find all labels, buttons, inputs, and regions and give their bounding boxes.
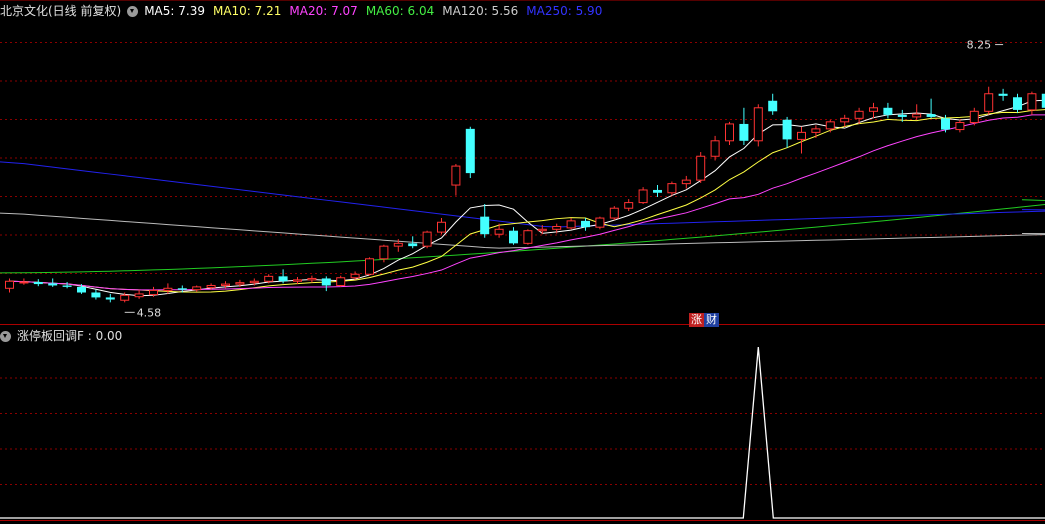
ma20-line — [9, 114, 1045, 291]
candle-up — [293, 279, 302, 282]
candle-up — [811, 128, 821, 133]
candle-down — [480, 216, 490, 235]
candle-up — [120, 294, 130, 301]
ma10-line — [9, 109, 1045, 293]
ma120-line — [0, 212, 1045, 249]
candle-up — [955, 122, 965, 131]
candle-up — [984, 93, 994, 112]
candle-down — [883, 107, 893, 115]
chart-title: 北京文化(日线 前复权) — [0, 4, 122, 18]
main-chart-header: 北京文化(日线 前复权) MA5: 7.39 MA10: 7.21 MA20: … — [0, 2, 610, 20]
indicator-title: 涨停板回调F : 0.00 — [17, 329, 123, 343]
candle-up — [840, 117, 850, 123]
ma120-label: MA120: 5.56 — [442, 4, 519, 18]
candle-up — [379, 245, 389, 260]
limit-up-badge[interactable]: 涨 — [689, 313, 704, 327]
candle-up — [494, 228, 504, 235]
indicator-header: 涨停板回调F : 0.00 — [0, 327, 130, 345]
candle-up — [969, 110, 979, 124]
candle-up — [437, 221, 446, 233]
event-badges: 涨 财 — [689, 313, 719, 327]
candle-up — [537, 228, 547, 232]
ma5-label: MA5: 7.39 — [144, 4, 205, 18]
candle-up — [19, 281, 29, 284]
ma250-label: MA250: 5.90 — [526, 4, 603, 18]
candle-up — [912, 113, 922, 118]
ma60-line — [0, 199, 1045, 274]
candle-up — [1027, 93, 1037, 111]
candle-up — [638, 189, 648, 204]
candle-up — [725, 123, 734, 142]
candle-up — [451, 165, 461, 186]
candle-up — [422, 231, 432, 247]
min-price-label: 4.58 — [137, 306, 162, 319]
candle-up — [523, 230, 533, 244]
candle-down — [321, 278, 331, 286]
stock-chart: 8.25 4.58 — [0, 0, 1045, 521]
candle-down — [177, 288, 187, 290]
candle-up — [595, 217, 605, 228]
candle-down — [278, 276, 288, 282]
ma10-label: MA10: 7.21 — [212, 4, 282, 18]
candle-up — [667, 183, 677, 194]
candle-down — [926, 114, 936, 117]
candle-down — [91, 292, 101, 298]
candle-down — [408, 243, 418, 247]
candle-up — [393, 242, 403, 247]
candle-down — [1013, 97, 1022, 110]
candle-up — [825, 121, 835, 130]
candle-down — [739, 123, 749, 141]
candle-up — [696, 155, 706, 181]
candle-up — [753, 107, 763, 142]
candle-up — [566, 220, 576, 229]
candle-up — [134, 293, 144, 298]
candle-up — [609, 207, 619, 219]
candle-up — [681, 179, 691, 185]
candle-up — [264, 275, 274, 282]
candle-up — [5, 280, 14, 289]
candle-up — [350, 273, 360, 279]
candle-up — [797, 131, 806, 140]
candle-up — [624, 202, 634, 209]
candle-down — [48, 283, 58, 286]
candle-down — [465, 128, 475, 174]
candle-up — [307, 277, 317, 281]
chevron-down-icon[interactable] — [127, 5, 139, 17]
candle-up — [221, 283, 230, 286]
max-price-label: 8.25 — [967, 39, 992, 52]
candle-up — [552, 225, 562, 230]
candle-down — [998, 93, 1008, 96]
candle-down — [509, 230, 518, 244]
candle-down — [897, 114, 907, 117]
candle-up — [336, 277, 346, 286]
ma20-label: MA20: 7.07 — [289, 4, 358, 18]
ma5-line — [9, 99, 1045, 297]
candle-up — [235, 282, 245, 285]
candle-up — [192, 286, 202, 291]
candle-down — [581, 220, 590, 228]
candle-down — [782, 119, 792, 140]
candle-up — [365, 258, 374, 275]
candle-up — [206, 284, 216, 289]
chevron-down-icon[interactable] — [0, 330, 11, 342]
candle-down — [653, 189, 662, 193]
candle-down — [33, 281, 43, 285]
candle-up — [249, 280, 259, 284]
candle-down — [941, 118, 950, 130]
ma60-label: MA60: 6.04 — [365, 4, 435, 18]
candle-up — [149, 289, 158, 296]
candle-up — [163, 287, 173, 291]
candle-down — [105, 297, 115, 300]
candle-up — [854, 110, 864, 119]
indicator-signal-line — [0, 346, 1045, 519]
candle-down — [62, 285, 72, 287]
candle-down — [768, 100, 778, 112]
finance-badge[interactable]: 财 — [704, 313, 719, 327]
candle-up — [869, 107, 878, 112]
candle-up — [710, 140, 720, 157]
candle-down — [77, 286, 86, 293]
